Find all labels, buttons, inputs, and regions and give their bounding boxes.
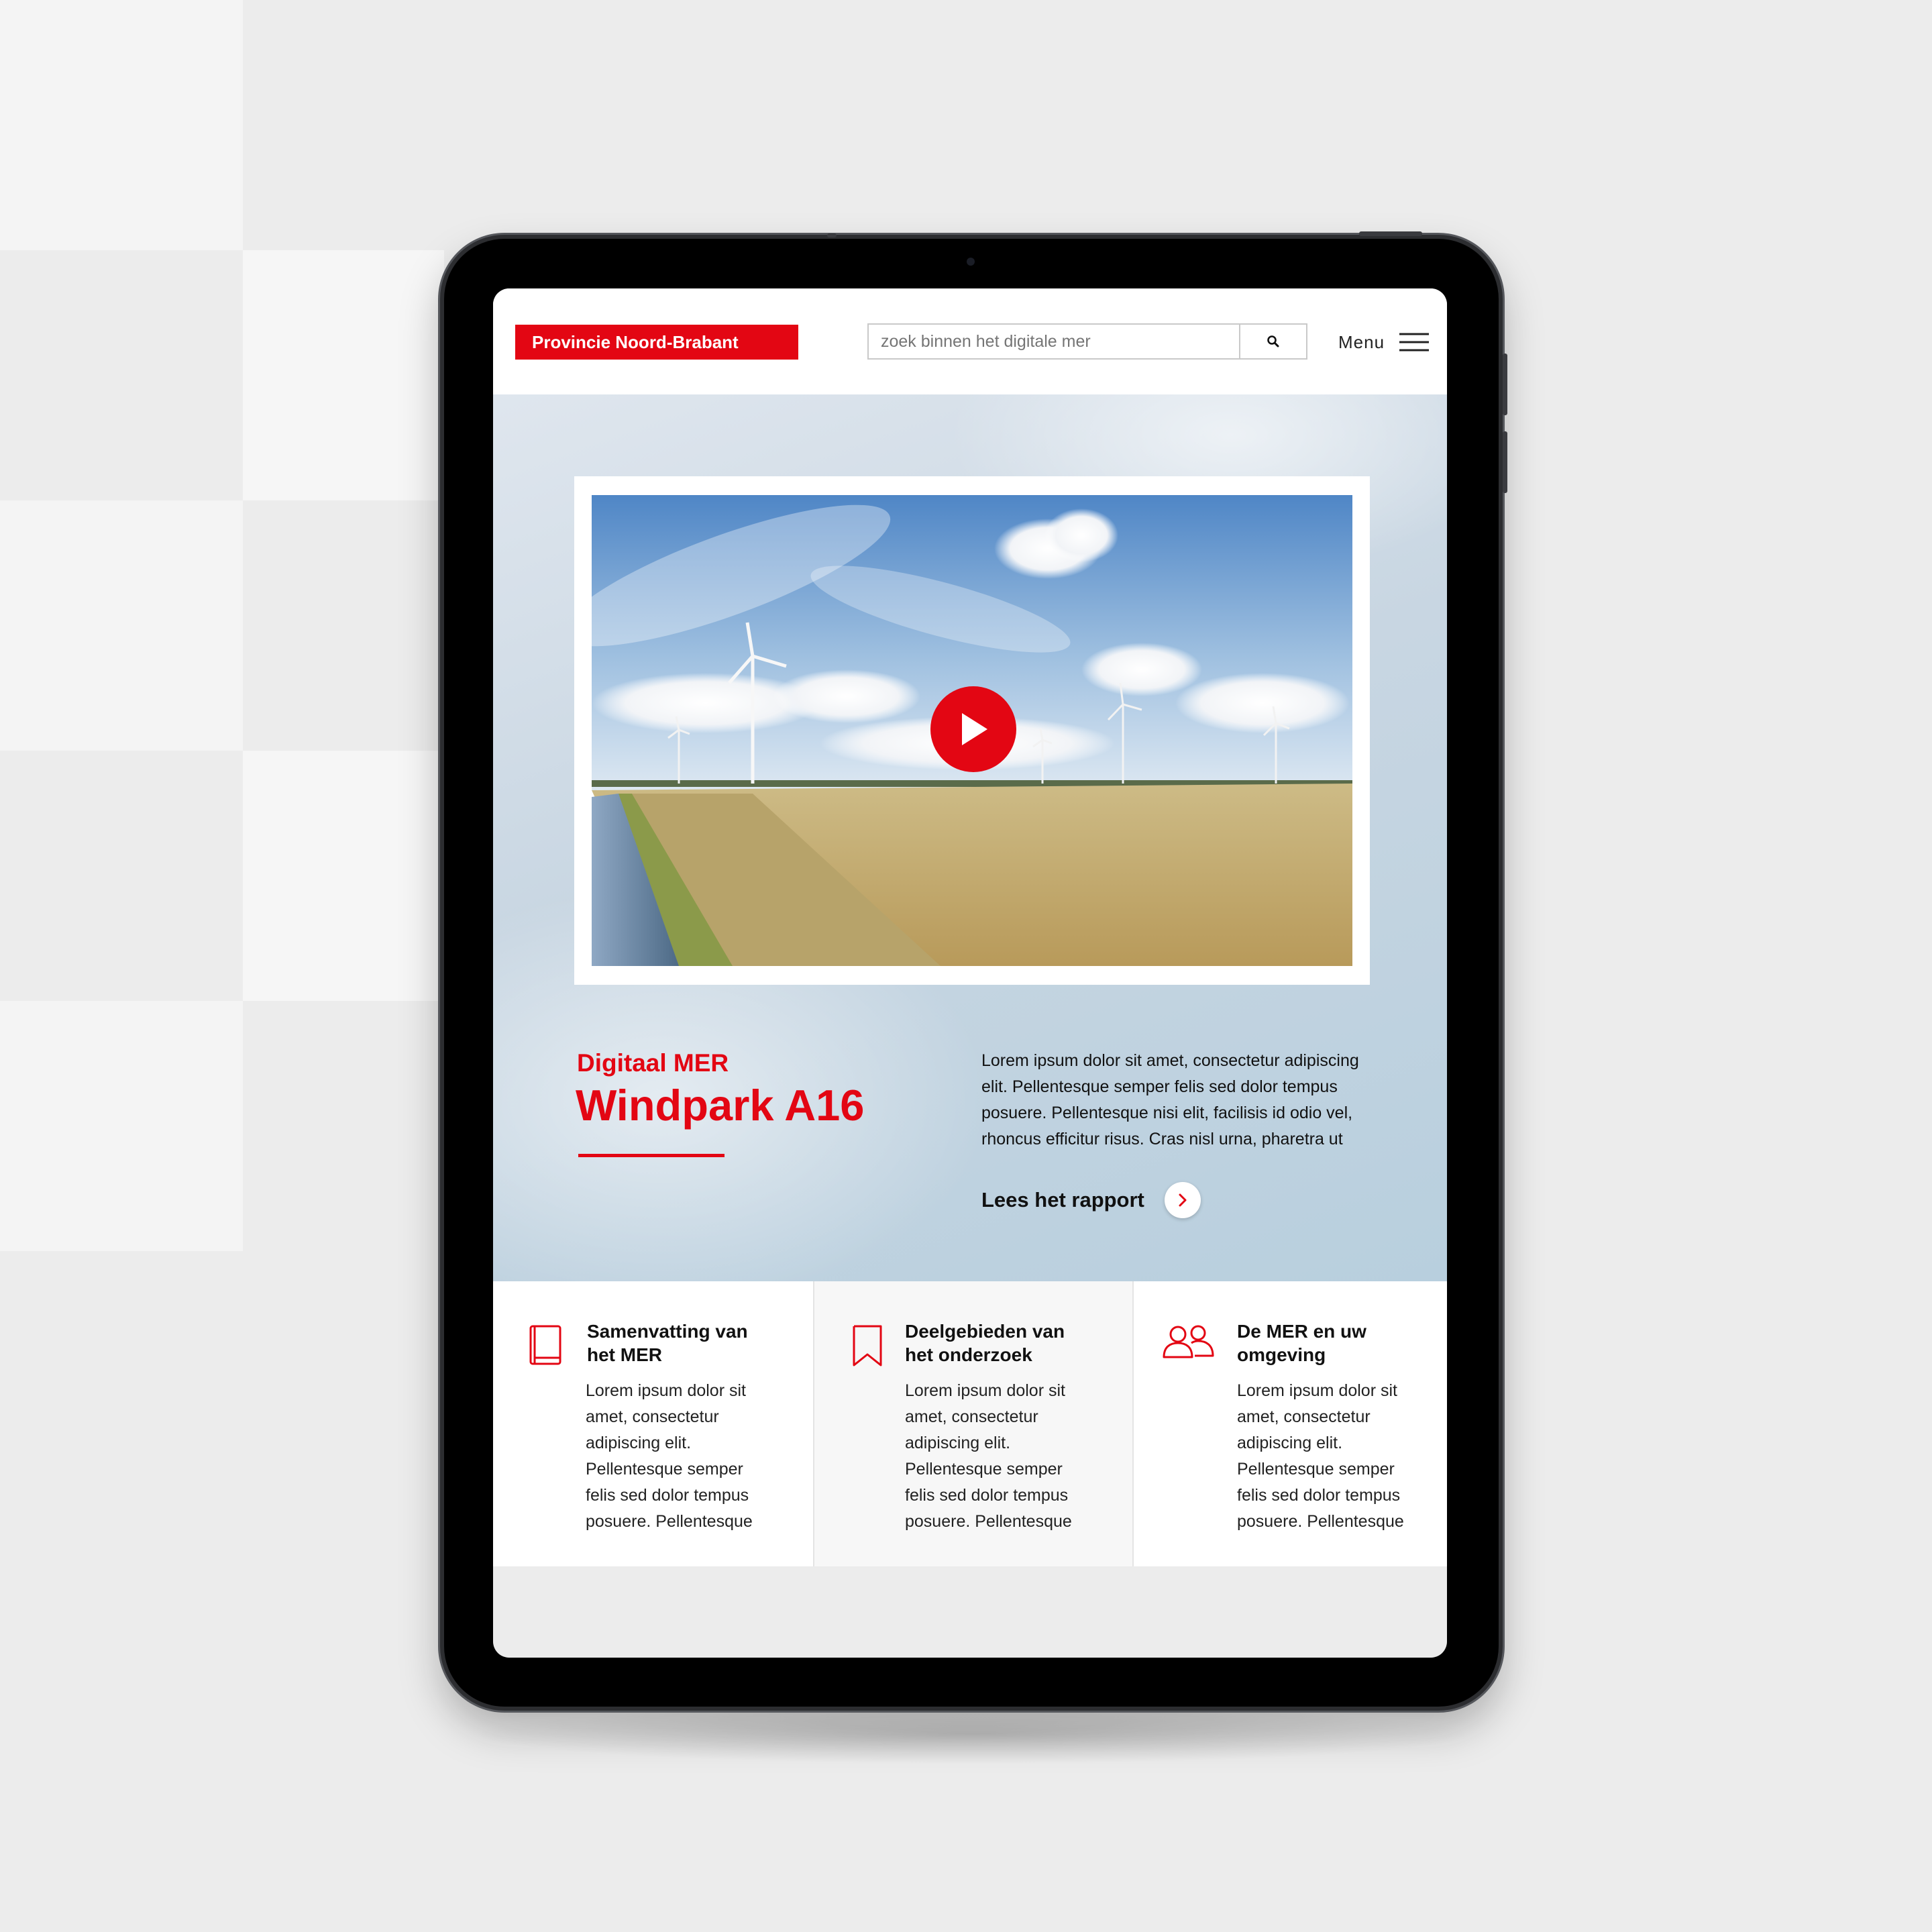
search-box [867,323,1307,360]
background-tile [0,500,243,751]
background-tile [0,0,243,250]
card-subareas[interactable]: Deelgebieden van het onderzoek Lorem ips… [813,1281,1132,1566]
hero-description: Lorem ipsum dolor sit amet, consectetur … [981,1051,1359,1148]
tablet-screen: Provincie Noord-Brabant Menu [493,288,1447,1658]
card-title: De MER en uw omgeving [1237,1321,1366,1365]
tablet-volume-button [1503,354,1507,415]
play-button[interactable] [930,686,1016,772]
background-tile [243,250,444,500]
site-header: Provincie Noord-Brabant Menu [493,288,1447,394]
card-environment[interactable]: De MER en uw omgeving Lorem ipsum dolor … [1132,1281,1447,1566]
hamburger-icon [1399,333,1430,352]
hero-section: Digitaal MER Windpark A16 Lorem ipsum do… [493,394,1447,1281]
tablet-shadow [470,1704,1476,1764]
tablet-top-button [1359,231,1422,236]
search-button[interactable] [1239,325,1306,358]
background-tile [0,1001,243,1251]
hero-subtitle: Digitaal MER [577,1049,729,1077]
background-tile [243,751,444,1001]
play-icon [962,713,987,745]
front-camera [967,258,975,266]
tablet-top-button [827,233,837,237]
menu-button[interactable]: Menu [1338,325,1430,360]
video-player[interactable] [592,495,1352,966]
card-title: Samenvatting van het MER [587,1321,748,1365]
feature-cards: Samenvatting van het MER Lorem ipsum dol… [493,1281,1447,1566]
card-text: Lorem ipsum dolor sit amet, consectetur … [905,1381,1072,1531]
site-logo[interactable]: Provincie Noord-Brabant [515,325,798,360]
search-icon [1267,335,1279,347]
read-report-label: Lees het rapport [981,1188,1144,1212]
book-icon [529,1325,561,1365]
read-report-button[interactable] [1164,1182,1201,1218]
read-report-link[interactable]: Lees het rapport [981,1182,1201,1218]
menu-label: Menu [1338,331,1385,352]
people-icon [1163,1325,1214,1358]
card-summary[interactable]: Samenvatting van het MER Lorem ipsum dol… [493,1281,813,1566]
bookmark-icon [853,1325,882,1366]
video-frame [574,476,1370,985]
card-text: Lorem ipsum dolor sit amet, consectetur … [586,1381,753,1531]
hero-title-underline [578,1154,724,1157]
tablet-volume-button [1503,431,1507,493]
hero-title: Windpark A16 [576,1081,865,1130]
search-input[interactable] [869,325,1238,358]
chevron-right-icon [1179,1193,1187,1207]
card-text: Lorem ipsum dolor sit amet, consectetur … [1237,1381,1404,1531]
card-title: Deelgebieden van het onderzoek [905,1321,1065,1365]
